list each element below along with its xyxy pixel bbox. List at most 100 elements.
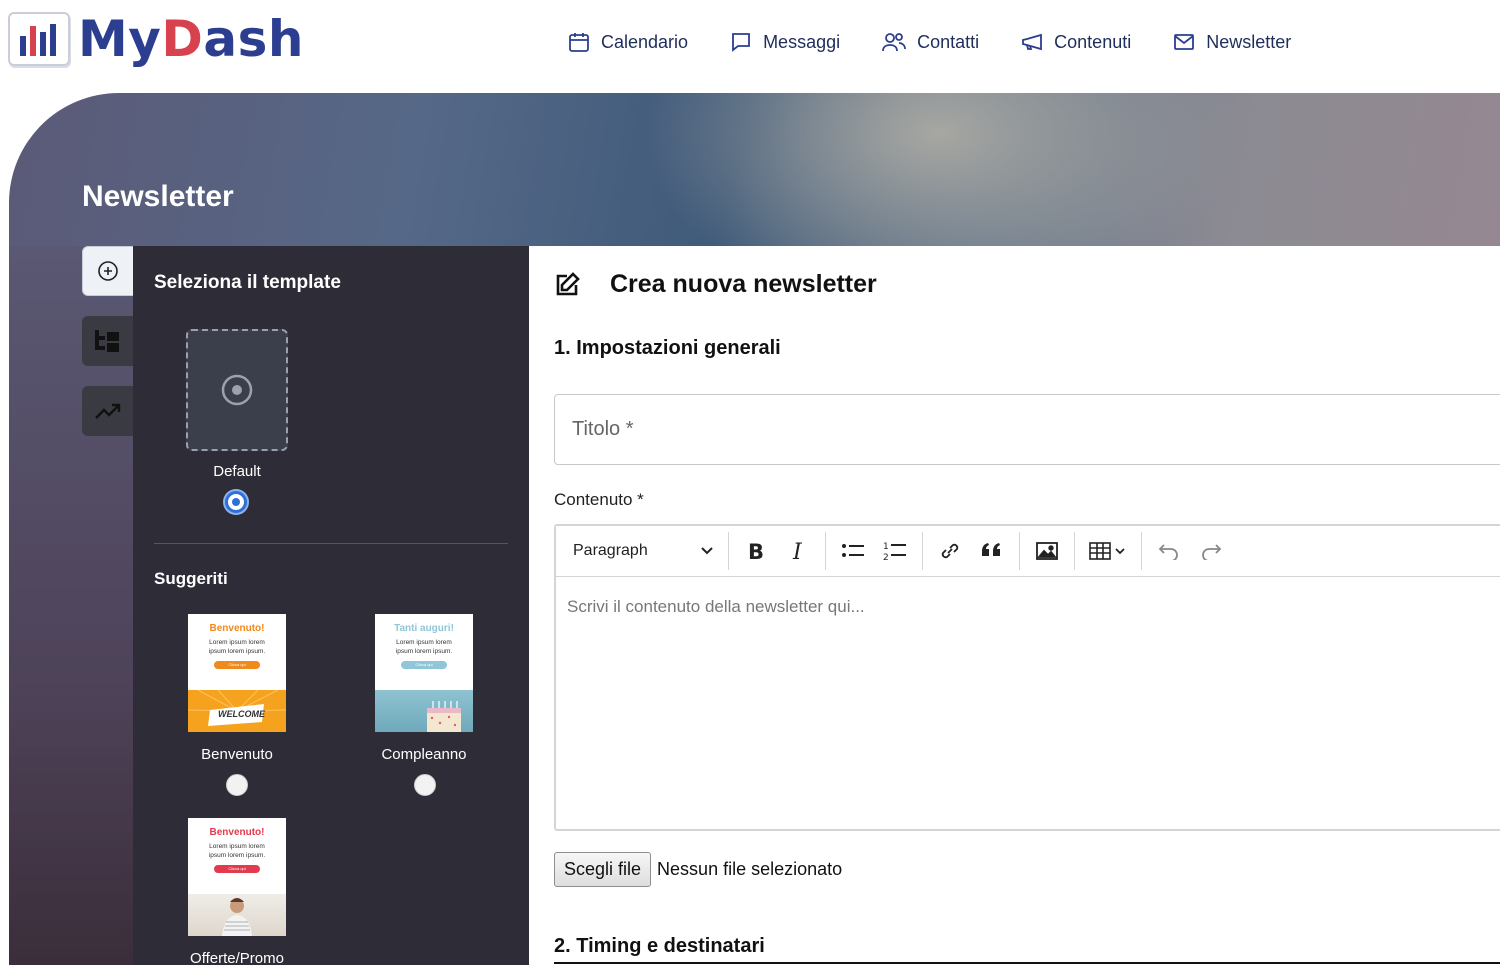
- bold-button[interactable]: B: [737, 534, 775, 568]
- edit-icon: [556, 272, 580, 296]
- editor-toolbar: Paragraph B I 12: [556, 526, 1500, 577]
- section-general-settings: 1. Impostazioni generali: [554, 337, 781, 359]
- logo-text-rest: ash: [203, 10, 304, 68]
- format-select-value: Paragraph: [573, 542, 648, 559]
- bar-chart-icon: [8, 12, 70, 66]
- svg-text:I: I: [792, 540, 803, 562]
- birthday-cake-image: [375, 690, 473, 732]
- thumb-button: Clicca qui: [214, 661, 260, 669]
- stats-tool-button[interactable]: [82, 386, 134, 436]
- table-icon: [1089, 542, 1125, 560]
- divider: [154, 543, 508, 544]
- toolbar-group-insert: [923, 532, 1020, 570]
- template-thumb-offerte-promo[interactable]: Benvenuto! Lorem ipsum lorem ipsum lorem…: [188, 818, 286, 936]
- rich-text-editor: Paragraph B I 12 Scrivi il contenuto del…: [554, 524, 1500, 831]
- template-thumb-benvenuto[interactable]: Benvenuto! Lorem ipsum lorem ipsum lorem…: [188, 614, 286, 732]
- undo-icon: [1158, 544, 1178, 560]
- bullet-list-button[interactable]: [834, 534, 872, 568]
- format-select[interactable]: Paragraph: [573, 532, 729, 570]
- page-title: Newsletter: [82, 180, 234, 213]
- thumb-title: Tanti auguri!: [394, 623, 454, 634]
- nav-label: Messaggi: [763, 31, 841, 52]
- target-icon: [221, 374, 253, 406]
- numbered-list-icon: 12: [883, 542, 906, 562]
- form-title: Crea nuova newsletter: [610, 270, 877, 298]
- default-template-radio[interactable]: [225, 491, 247, 513]
- image-icon: [1036, 542, 1058, 560]
- editor-placeholder: Scrivi il contenuto della newsletter qui…: [567, 597, 865, 616]
- section-timing-recipients: 2. Timing e destinatari: [554, 935, 765, 957]
- bullet-list-icon: [842, 544, 864, 557]
- bold-icon: B: [748, 540, 764, 562]
- nav-label: Calendario: [601, 31, 689, 52]
- template-panel: Seleziona il template Default Suggeriti …: [133, 246, 529, 967]
- undo-button[interactable]: [1150, 534, 1188, 568]
- logo-text: MyDash: [78, 12, 304, 66]
- numbered-list-button[interactable]: 12: [876, 534, 914, 568]
- chat-bubble-icon: [732, 33, 750, 52]
- trending-up-icon: [95, 403, 121, 419]
- logo-text-my: My: [78, 10, 162, 68]
- template-label-compleanno: Compleanno: [381, 746, 467, 763]
- redo-icon: [1202, 544, 1222, 560]
- nav-label: Newsletter: [1206, 31, 1292, 52]
- template-thumb-compleanno[interactable]: Tanti auguri! Lorem ipsum lorem ipsum lo…: [375, 614, 473, 732]
- create-tool-button[interactable]: [82, 246, 134, 296]
- nav-item-contenuti[interactable]: Contenuti: [1020, 30, 1131, 54]
- tree-structure-icon: [95, 330, 119, 352]
- editor-content-area[interactable]: Scrivi il contenuto della newsletter qui…: [556, 577, 1500, 637]
- calendar-icon: [569, 33, 589, 52]
- link-button[interactable]: [931, 534, 969, 568]
- template-radio-compleanno[interactable]: [414, 774, 436, 796]
- file-upload-row: Scegli file Nessun file selezionato: [554, 852, 842, 887]
- toolbar-group-history: [1142, 532, 1238, 570]
- thumb-title: Benvenuto!: [209, 827, 265, 838]
- default-template-card[interactable]: [186, 329, 288, 451]
- users-icon: [882, 33, 907, 52]
- template-label-offerte-promo: Offerte/Promo: [190, 950, 284, 967]
- toolbar-group-table: [1075, 532, 1142, 570]
- file-status: Nessun file selezionato: [657, 859, 843, 879]
- insert-table-button[interactable]: [1083, 534, 1133, 568]
- title-input[interactable]: Titolo *: [554, 394, 1500, 465]
- toolbar-group-image: [1020, 532, 1075, 570]
- nav-label: Contenuti: [1054, 31, 1132, 52]
- choose-file-button[interactable]: Scegli file: [554, 852, 652, 887]
- italic-button[interactable]: I: [779, 534, 817, 568]
- template-radio-benvenuto[interactable]: [226, 774, 248, 796]
- thumb-body: Lorem ipsum lorem ipsum lorem ipsum.: [208, 843, 266, 859]
- link-icon: [941, 543, 959, 559]
- thumb-body: Lorem ipsum lorem ipsum lorem ipsum.: [395, 639, 453, 655]
- envelope-icon: [1174, 34, 1195, 50]
- nav-item-calendario[interactable]: Calendario: [567, 30, 688, 54]
- nav-item-contatti[interactable]: Contatti: [881, 30, 979, 54]
- svg-text:B: B: [748, 540, 764, 562]
- templates-tool-button[interactable]: [82, 316, 134, 366]
- thumb-banner-text: WELCOME: [218, 709, 265, 719]
- person-photo-image: [188, 894, 286, 936]
- main-nav: Calendario Messaggi Contatti Contenuti N…: [567, 30, 1332, 54]
- logo[interactable]: MyDash: [8, 12, 304, 66]
- suggested-heading: Suggeriti: [154, 569, 228, 588]
- nav-item-messaggi[interactable]: Messaggi: [729, 30, 840, 54]
- top-bar: MyDash Calendario Messaggi Contatti Cont…: [0, 0, 1500, 93]
- nav-label: Contatti: [917, 31, 980, 52]
- italic-icon: I: [792, 540, 803, 562]
- svg-text:1: 1: [883, 542, 889, 552]
- insert-image-button[interactable]: [1028, 534, 1066, 568]
- redo-button[interactable]: [1192, 534, 1230, 568]
- newsletter-form-panel: Crea nuova newsletter 1. Impostazioni ge…: [529, 246, 1500, 965]
- thumb-button: Clicca qui: [214, 865, 260, 873]
- side-toolbar: [82, 246, 134, 456]
- plus-circle-icon: [98, 261, 118, 281]
- thumb-title: Benvenuto!: [209, 623, 265, 634]
- title-input-placeholder: Titolo *: [572, 418, 634, 440]
- nav-item-newsletter[interactable]: Newsletter: [1172, 30, 1291, 54]
- content-label: Contenuto *: [554, 490, 644, 509]
- toolbar-group-lists: 12: [826, 532, 923, 570]
- thumb-body: Lorem ipsum lorem ipsum lorem ipsum.: [208, 639, 266, 655]
- quote-icon: [982, 543, 1000, 556]
- section-divider: [554, 962, 1500, 964]
- welcome-banner-image: WELCOME: [188, 689, 286, 732]
- blockquote-button[interactable]: [973, 534, 1011, 568]
